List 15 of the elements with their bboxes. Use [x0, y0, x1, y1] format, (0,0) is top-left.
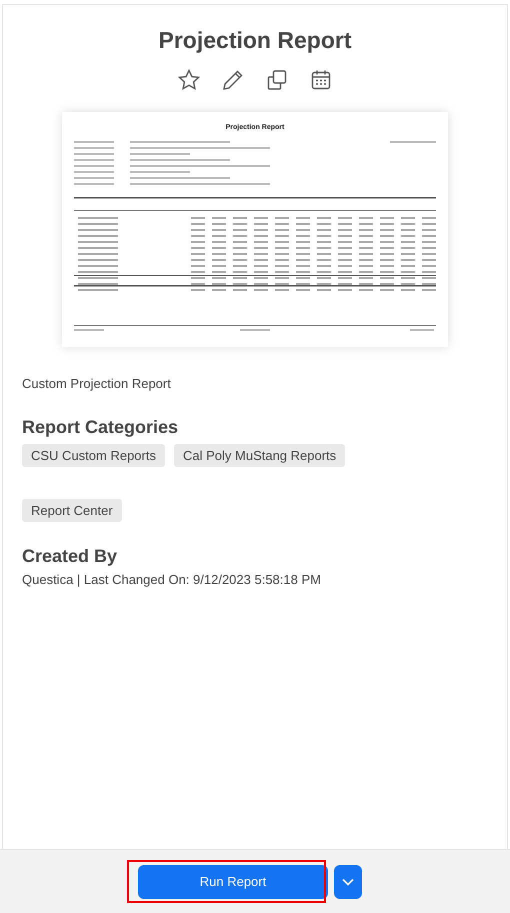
category-tag[interactable]: Report Center [22, 499, 122, 522]
category-tag[interactable]: CSU Custom Reports [22, 444, 165, 467]
report-description: Custom Projection Report [22, 376, 172, 391]
dropdown-button[interactable] [334, 864, 362, 898]
star-icon[interactable] [177, 68, 201, 92]
run-report-button[interactable]: Run Report [138, 864, 328, 898]
chevron-down-icon [342, 878, 354, 886]
created-by-text: Questica | Last Changed On: 9/12/2023 5:58:18 PM [22, 572, 322, 587]
section-heading: Created By [22, 546, 118, 567]
report-title: Projection Report [158, 27, 352, 54]
copy-icon[interactable] [265, 68, 289, 92]
calendar-icon[interactable] [309, 68, 333, 92]
pencil-icon[interactable] [221, 68, 245, 92]
category-tag[interactable]: Cal Poly MuStang Reports [174, 444, 346, 467]
section-heading: Report Categories [22, 417, 180, 438]
